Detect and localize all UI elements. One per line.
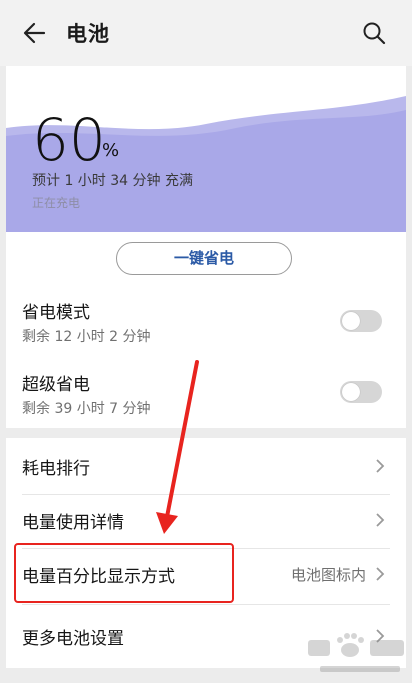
baidu-jingyan-watermark-logo	[308, 633, 404, 672]
annotation-highlight-box	[14, 543, 234, 603]
